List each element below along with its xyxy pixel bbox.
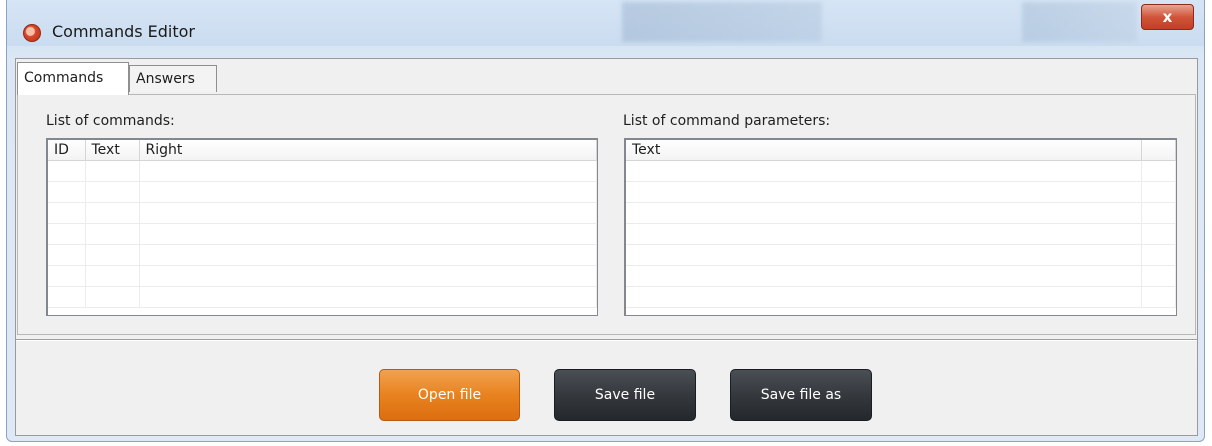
- table-row[interactable]: [626, 223, 1176, 245]
- tab-answers[interactable]: Answers: [129, 65, 217, 92]
- parameters-table-header: Text: [626, 140, 1176, 161]
- save-file-button[interactable]: Save file: [554, 369, 696, 421]
- app-logo-icon: [23, 24, 41, 42]
- commands-list-label: List of commands:: [46, 113, 175, 129]
- table-row[interactable]: [626, 286, 1176, 308]
- title-bar[interactable]: Commands Editor x: [7, 0, 1204, 46]
- table-row[interactable]: [48, 160, 597, 182]
- commands-editor-window: Commands Editor x Commands Answers List …: [6, 0, 1205, 442]
- client-area: Commands Answers List of commands: ID Te…: [15, 58, 1198, 436]
- table-row[interactable]: [48, 223, 597, 245]
- open-file-button[interactable]: Open file: [379, 369, 520, 421]
- table-row[interactable]: [48, 244, 597, 266]
- table-row[interactable]: [48, 181, 597, 203]
- table-row[interactable]: [626, 244, 1176, 266]
- save-file-as-button[interactable]: Save file as: [730, 369, 872, 421]
- close-button[interactable]: x: [1141, 4, 1194, 30]
- column-header-text[interactable]: Text: [626, 140, 1142, 161]
- column-header-empty[interactable]: [1141, 140, 1176, 161]
- commands-table-header: ID Text Right: [48, 140, 597, 161]
- table-row[interactable]: [48, 286, 597, 308]
- table-row[interactable]: [626, 265, 1176, 287]
- separator: [16, 339, 1197, 341]
- table-row[interactable]: [626, 160, 1176, 182]
- window-title: Commands Editor: [52, 22, 196, 41]
- column-header-id[interactable]: ID: [48, 140, 86, 161]
- tab-commands[interactable]: Commands: [17, 62, 129, 95]
- table-row[interactable]: [48, 265, 597, 287]
- background-blur: [622, 2, 822, 42]
- parameters-list-label: List of command parameters:: [623, 113, 831, 129]
- table-row[interactable]: [48, 202, 597, 224]
- column-header-text[interactable]: Text: [85, 140, 140, 161]
- commands-table[interactable]: ID Text Right: [46, 138, 598, 316]
- close-icon: x: [1162, 8, 1173, 26]
- column-header-right[interactable]: Right: [139, 140, 597, 161]
- table-row[interactable]: [626, 202, 1176, 224]
- parameters-table[interactable]: Text: [624, 138, 1177, 316]
- table-row[interactable]: [626, 181, 1176, 203]
- commands-tab-panel: List of commands: ID Text Right List of …: [17, 94, 1196, 335]
- background-blur: [1022, 2, 1137, 42]
